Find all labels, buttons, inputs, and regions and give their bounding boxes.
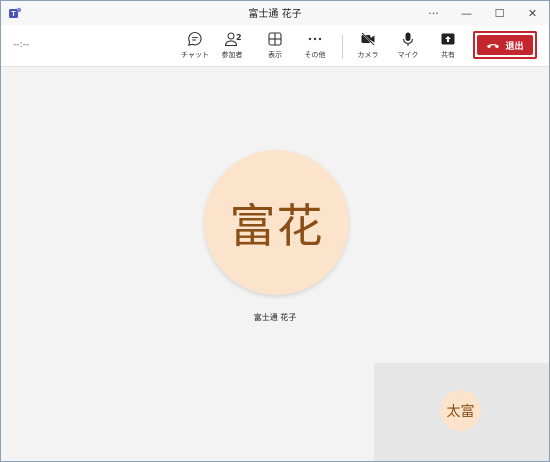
mic-icon (402, 32, 414, 46)
main-participant-name: 富士通 花子 (253, 313, 297, 322)
more-label: その他 (304, 51, 326, 59)
phone-hangup-icon (487, 44, 500, 49)
meeting-window: T 富士通 花子 ··· — ☐ ✕ --:-- チャット 2 参加者 表示 そ… (0, 0, 550, 462)
mic-label: マイク (397, 51, 419, 59)
camera-button[interactable]: カメラ (350, 31, 386, 63)
title-bar: T 富士通 花子 ··· — ☐ ✕ (1, 1, 549, 25)
close-button[interactable]: ✕ (516, 1, 549, 25)
participants-button[interactable]: 2 参加者 (214, 31, 250, 63)
camera-off-icon (361, 32, 375, 46)
self-avatar: 太富 (440, 390, 481, 431)
chat-button[interactable]: チャット (177, 31, 213, 63)
leave-label: 退出 (505, 41, 524, 52)
more-icon (308, 37, 322, 41)
chat-icon (188, 31, 202, 46)
meeting-stage: 富花 富士通 花子 太富 (1, 68, 549, 461)
window-controls: ··· — ☐ ✕ (417, 1, 549, 25)
share-button[interactable]: 共有 (430, 31, 466, 63)
leave-button[interactable]: 退出 (477, 35, 533, 55)
grid-view-icon (268, 32, 282, 46)
meeting-toolbar: --:-- チャット 2 参加者 表示 その他 カメラ マイク 共有 退出 (1, 25, 549, 67)
toolbar-divider (342, 35, 343, 59)
view-label: 表示 (268, 51, 282, 59)
self-view-tile[interactable]: 太富 (374, 363, 549, 461)
more-options-button[interactable]: ··· (417, 1, 450, 25)
mic-button[interactable]: マイク (390, 31, 426, 63)
more-actions-button[interactable]: その他 (297, 31, 333, 63)
main-participant-avatar: 富花 (204, 150, 349, 295)
view-button[interactable]: 表示 (257, 31, 293, 63)
maximize-button[interactable]: ☐ (483, 1, 516, 25)
share-icon (441, 33, 455, 45)
camera-label: カメラ (357, 51, 379, 59)
participants-label: 参加者 (221, 51, 243, 59)
share-label: 共有 (441, 51, 455, 59)
leave-button-focus-ring: 退出 (473, 31, 537, 59)
call-timer: --:-- (13, 40, 30, 50)
chat-label: チャット (181, 51, 209, 59)
participants-count: 2 (236, 33, 242, 42)
minimize-button[interactable]: — (450, 1, 483, 25)
